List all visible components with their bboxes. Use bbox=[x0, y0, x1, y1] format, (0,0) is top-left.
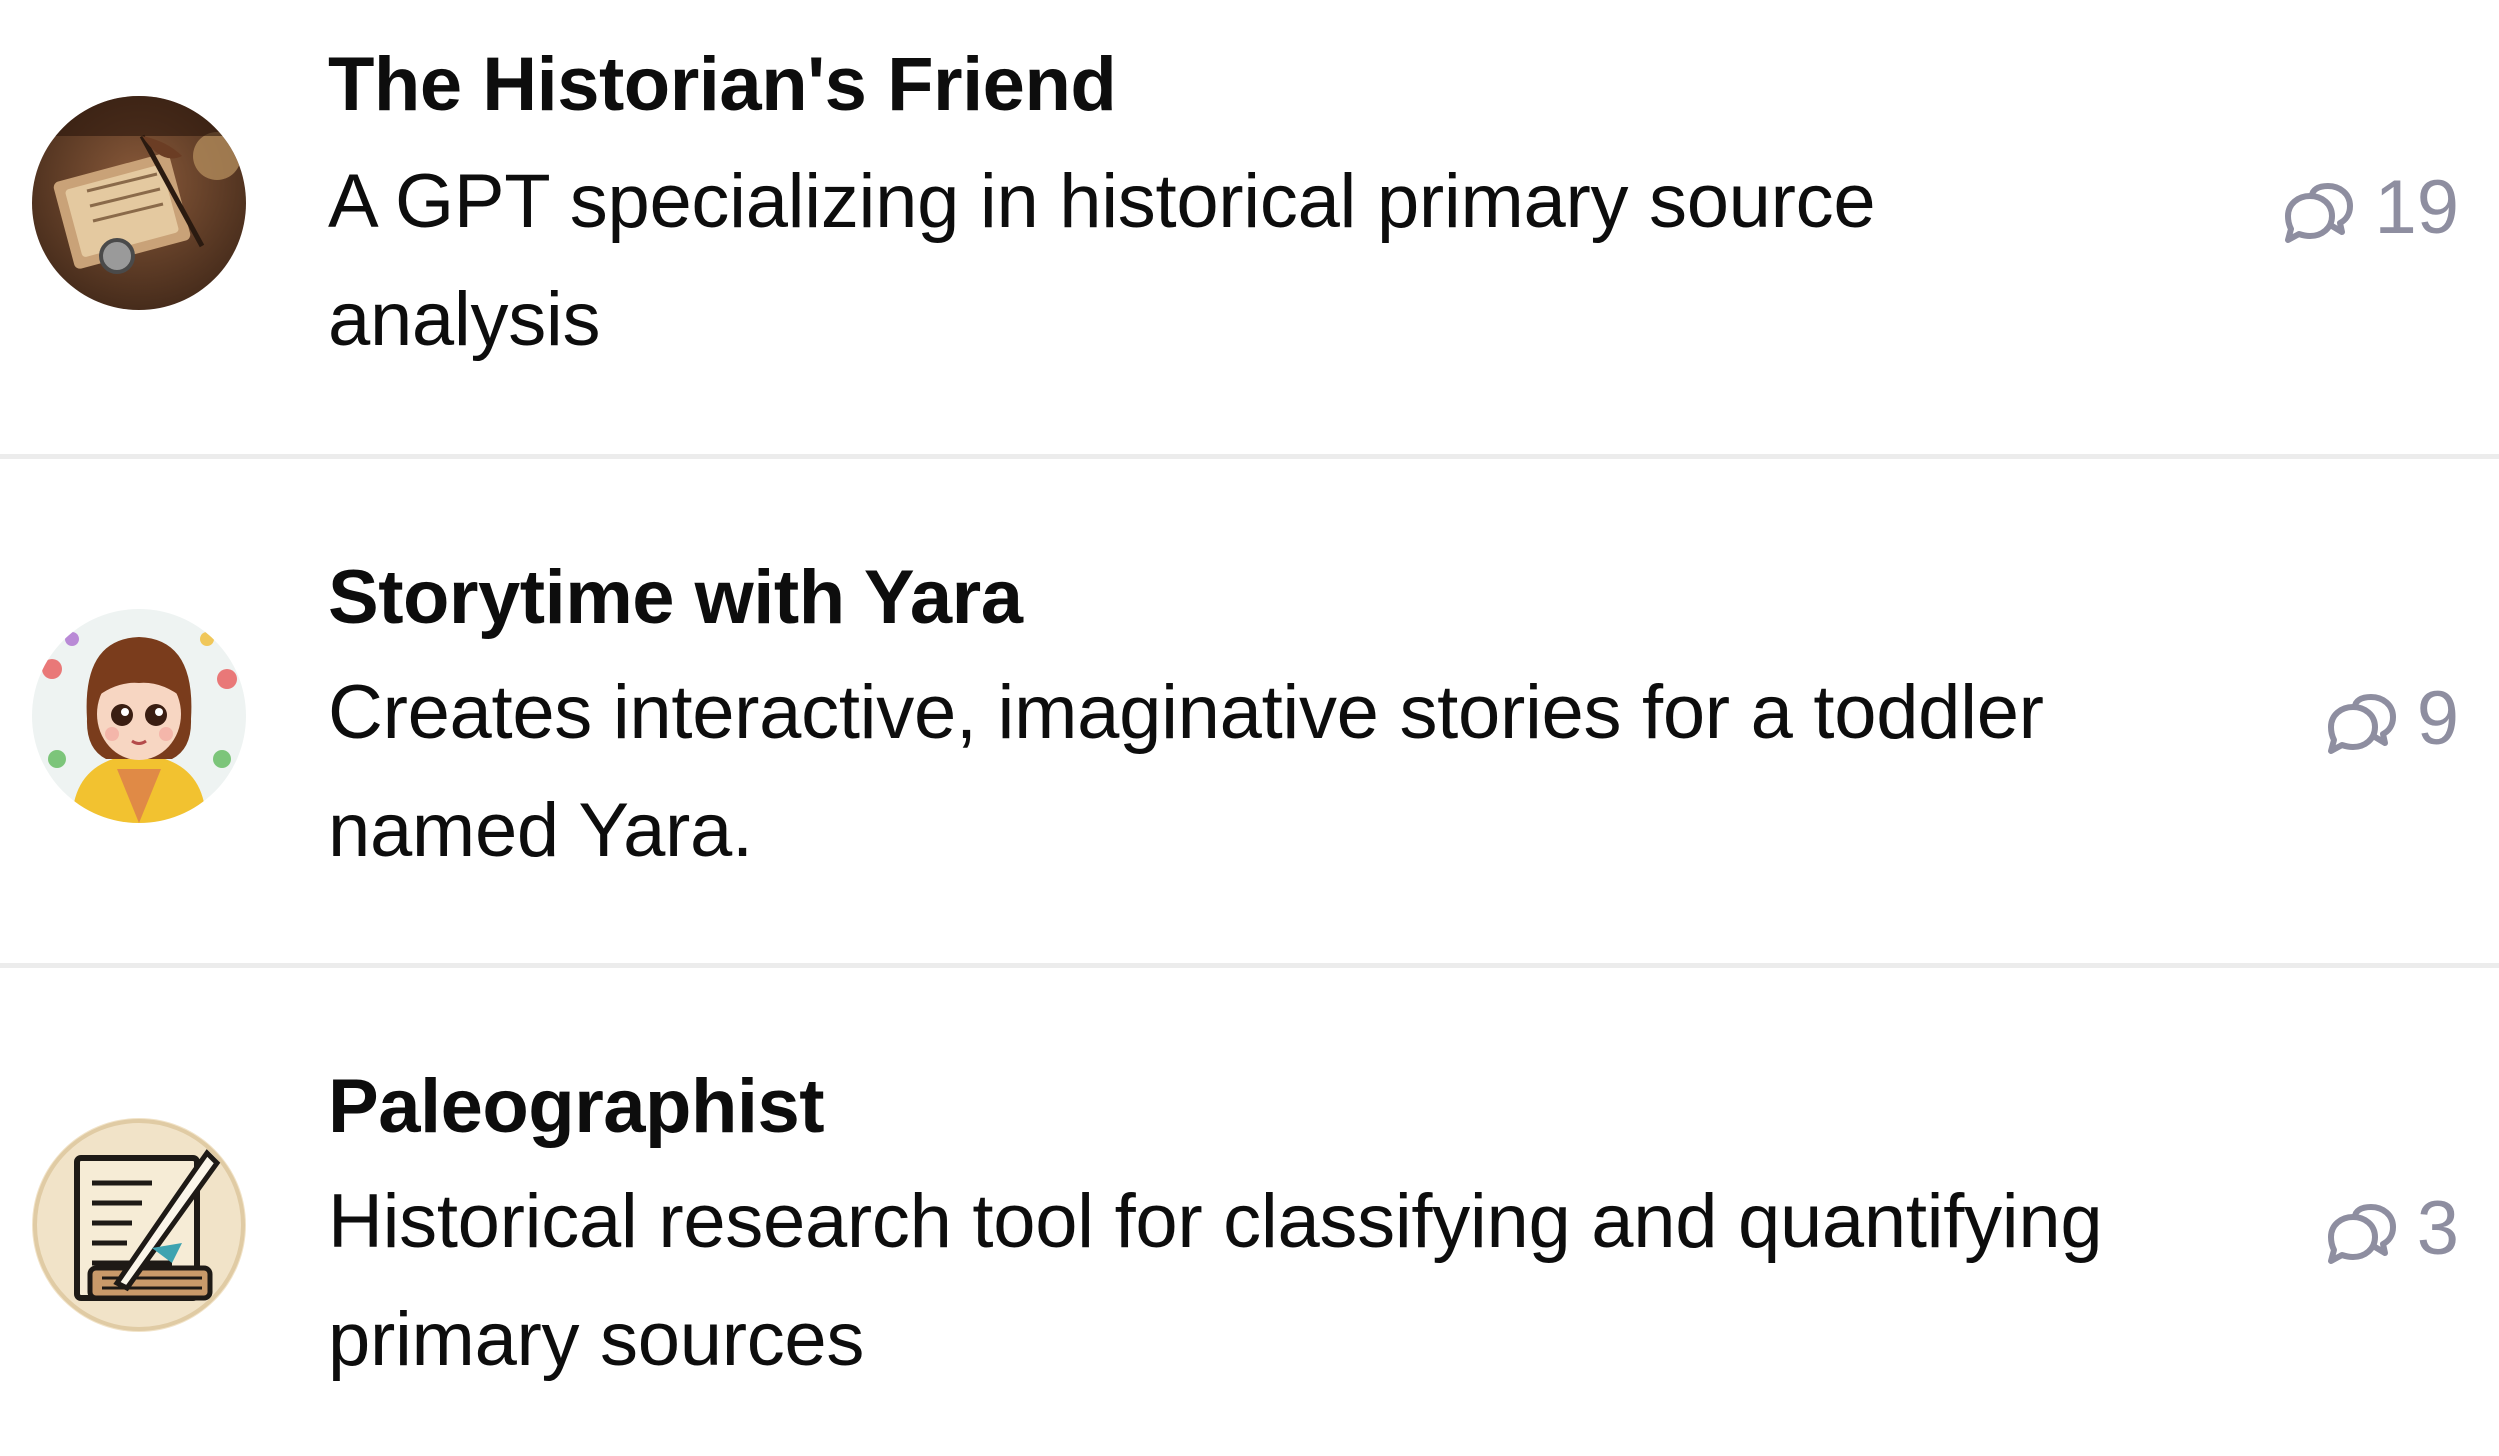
count-value: 19 bbox=[2374, 165, 2459, 250]
item-description: Historical research tool for classifying… bbox=[328, 1179, 2103, 1382]
gpt-list: The Historian's Friend A GPT specializin… bbox=[0, 0, 2499, 1456]
item-description: Creates interactive, imaginative stories… bbox=[328, 670, 2044, 873]
item-title: The Historian's Friend bbox=[328, 42, 1117, 127]
list-item[interactable]: Paleographist Historical research tool f… bbox=[0, 969, 2499, 1456]
list-item[interactable]: Storytime with Yara Creates interactive,… bbox=[0, 459, 2499, 969]
item-title: Paleographist bbox=[328, 1064, 825, 1149]
chat-bubbles-icon bbox=[2325, 687, 2397, 754]
chat-bubbles-icon bbox=[2325, 1197, 2397, 1264]
divider bbox=[0, 963, 2499, 968]
cartoon-girl-icon bbox=[32, 609, 246, 823]
item-title: Storytime with Yara bbox=[328, 555, 1023, 640]
conversation-count: 9 bbox=[2325, 674, 2459, 764]
quill-manuscript-icon bbox=[32, 1118, 246, 1332]
count-value: 3 bbox=[2416, 1186, 2459, 1271]
list-item[interactable]: The Historian's Friend A GPT specializin… bbox=[0, 0, 2499, 510]
chat-bubbles-icon bbox=[2282, 176, 2354, 243]
count-value: 9 bbox=[2416, 676, 2459, 761]
conversation-count: 19 bbox=[2282, 163, 2459, 253]
item-description: A GPT specializing in historical primary… bbox=[328, 159, 1876, 362]
historical-documents-icon bbox=[32, 96, 246, 310]
conversation-count: 3 bbox=[2325, 1184, 2459, 1274]
